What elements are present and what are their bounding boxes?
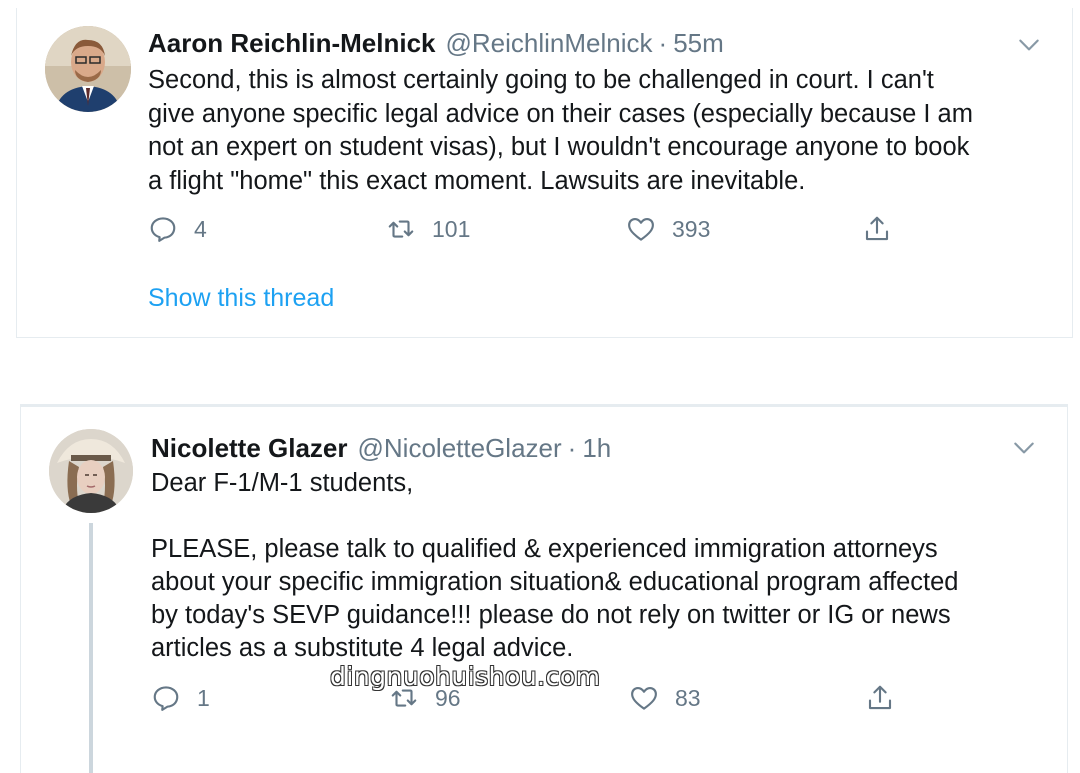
tweet-header: Nicolette Glazer @NicoletteGlazer · 1h	[151, 433, 611, 464]
reply-button[interactable]: 1	[151, 683, 210, 713]
tweet-header: Aaron Reichlin-Melnick @ReichlinMelnick …	[148, 28, 724, 59]
reply-button[interactable]: 4	[148, 214, 207, 244]
like-button[interactable]: 393	[626, 214, 710, 244]
author-handle[interactable]: @NicoletteGlazer	[358, 433, 562, 464]
share-icon	[868, 685, 892, 710]
heart-icon	[631, 686, 657, 710]
show-thread-link[interactable]: Show this thread	[148, 284, 334, 313]
author-name[interactable]: Nicolette Glazer	[151, 433, 348, 464]
retweet-count: 101	[432, 215, 471, 242]
author-handle[interactable]: @ReichlinMelnick	[446, 28, 653, 59]
tweet-card[interactable]: Nicolette Glazer @NicoletteGlazer · 1h D…	[20, 404, 1068, 773]
reply-count: 4	[194, 215, 207, 242]
reply-count: 1	[197, 684, 210, 711]
tweet-text: Second, this is almost certainly going t…	[148, 66, 973, 195]
like-button[interactable]: 83	[629, 683, 701, 713]
reply-icon	[150, 217, 176, 242]
tweet-actions: 4 101 393	[148, 214, 908, 250]
retweet-icon	[388, 220, 414, 238]
chevron-down-icon[interactable]	[1016, 32, 1042, 58]
like-count: 393	[672, 215, 711, 242]
share-icon	[865, 216, 889, 241]
share-button[interactable]	[865, 683, 911, 713]
reply-icon	[153, 686, 179, 711]
thread-connector-line	[89, 523, 93, 773]
separator-dot: ·	[658, 28, 668, 58]
separator-dot: ·	[567, 433, 577, 463]
tweet-card[interactable]: Aaron Reichlin-Melnick @ReichlinMelnick …	[16, 8, 1073, 338]
tweet-text: Dear F-1/M-1 students, PLEASE, please ta…	[151, 469, 959, 662]
like-count: 83	[675, 684, 701, 711]
heart-icon	[628, 217, 654, 241]
retweet-button[interactable]: 101	[386, 214, 470, 244]
chevron-down-icon[interactable]	[1011, 435, 1037, 461]
watermark-text: dingnuohuishou.com	[330, 662, 601, 691]
tweet-timestamp[interactable]: 55m	[673, 28, 724, 59]
share-button[interactable]	[862, 214, 908, 244]
author-name[interactable]: Aaron Reichlin-Melnick	[148, 28, 436, 59]
avatar[interactable]	[45, 26, 131, 112]
avatar[interactable]	[49, 429, 133, 513]
tweet-timestamp[interactable]: 1h	[582, 433, 611, 464]
